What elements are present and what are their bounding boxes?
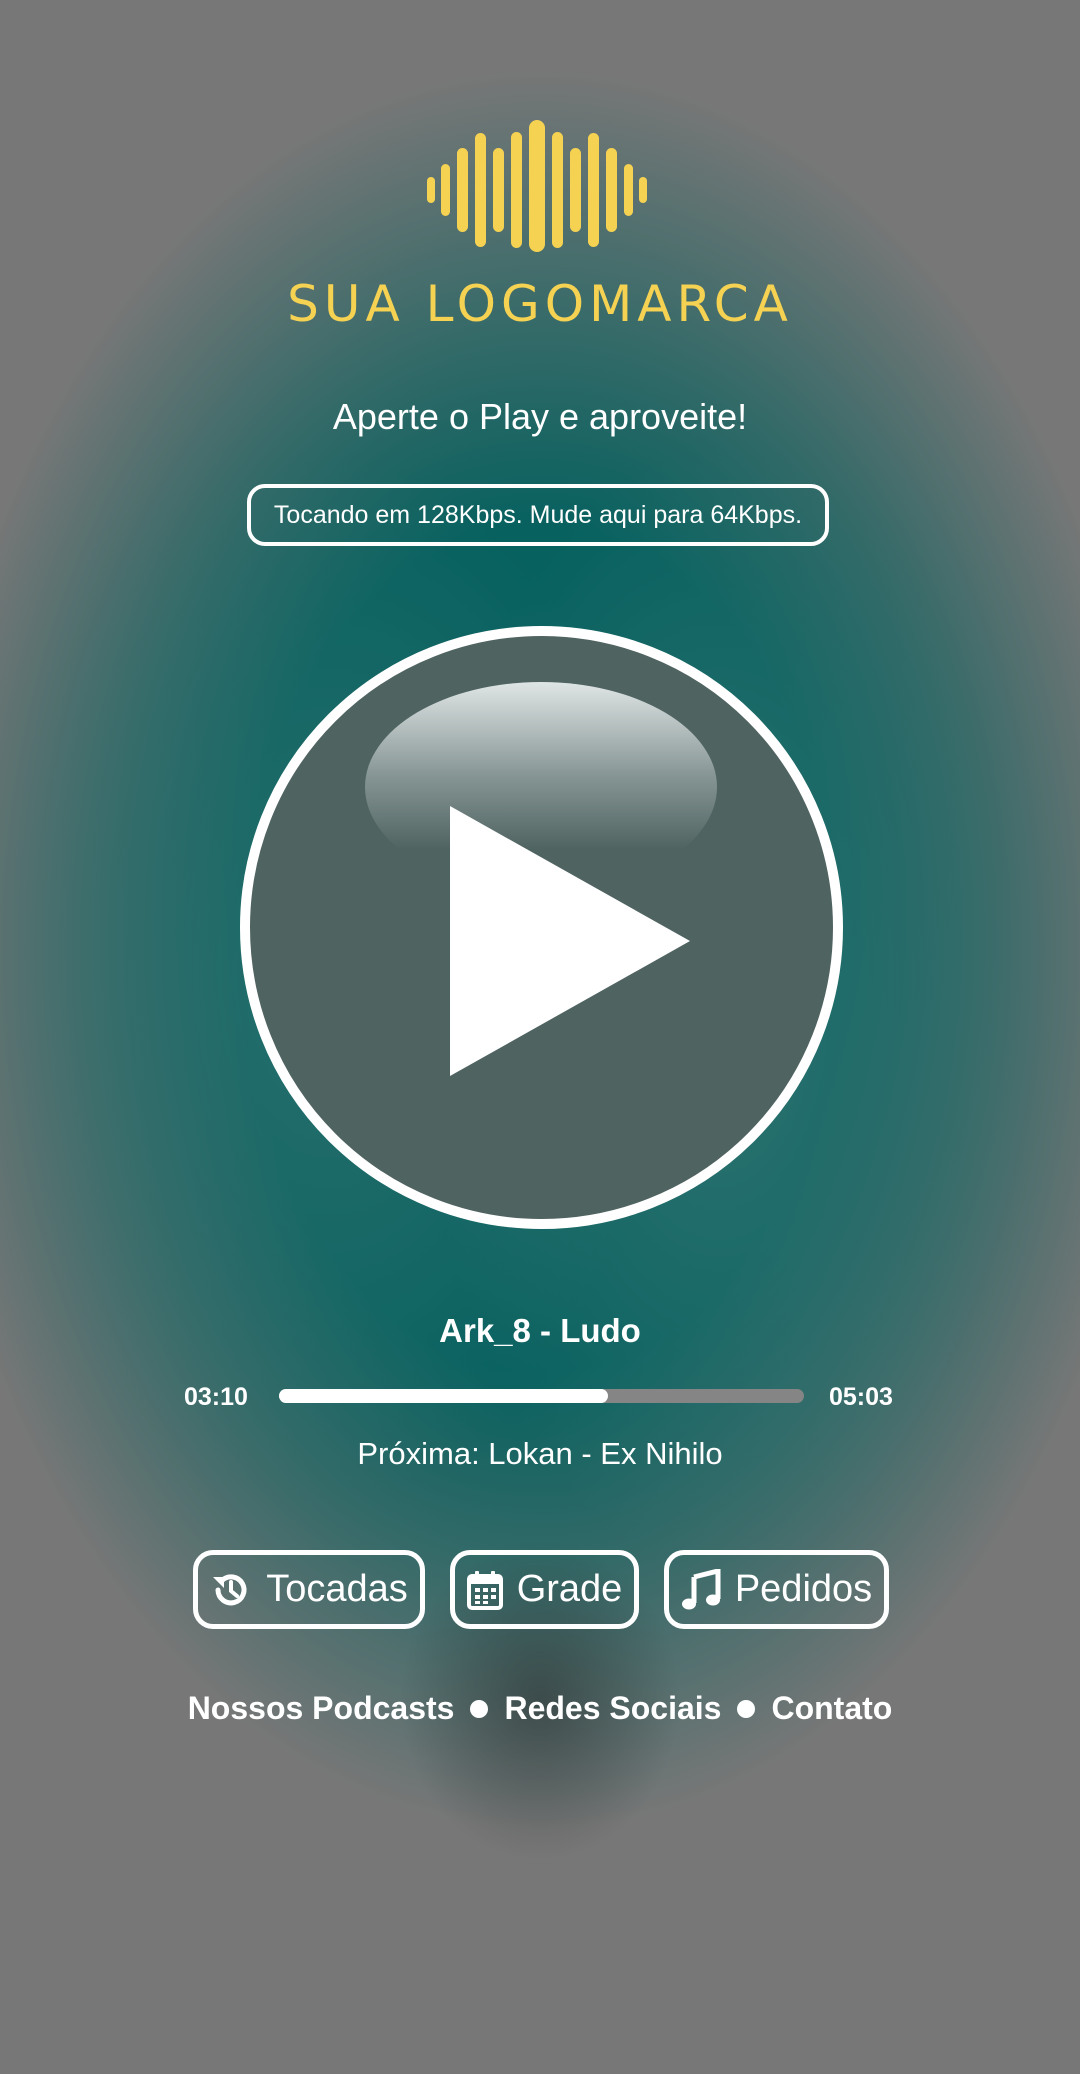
pedidos-button[interactable]: Pedidos: [664, 1550, 889, 1629]
footer-links: Nossos Podcasts Redes Sociais Contato: [0, 1690, 1080, 1727]
music-note-icon: [681, 1568, 721, 1609]
elapsed-time: 03:10: [184, 1383, 248, 1411]
total-duration: 05:03: [829, 1383, 893, 1411]
tagline: Aperte o Play e aproveite!: [332, 396, 748, 437]
now-playing-title: Ark_8 - Ludo: [439, 1312, 641, 1349]
calendar-icon: [466, 1570, 503, 1610]
progress-fill: [279, 1389, 609, 1403]
bitrate-toggle-button[interactable]: Tocando em 128Kbps. Mude aqui para 64Kbp…: [247, 484, 829, 546]
logo: [0, 120, 1080, 260]
separator-dot: [737, 1699, 756, 1718]
history-icon: [213, 1573, 247, 1605]
soundwave-icon: [427, 120, 647, 252]
logo-text: SUA LOGOMARCA: [287, 275, 793, 333]
pedidos-label: Pedidos: [734, 1568, 873, 1610]
footer-link-podcasts[interactable]: Nossos Podcasts: [188, 1690, 455, 1727]
tocadas-button[interactable]: Tocadas: [193, 1550, 425, 1629]
separator-dot: [470, 1699, 489, 1718]
footer-link-contato[interactable]: Contato: [771, 1690, 892, 1727]
grade-label: Grade: [516, 1568, 623, 1610]
play-icon: [450, 806, 690, 1076]
next-track: Próxima: Lokan - Ex Nihilo: [357, 1436, 723, 1471]
footer-link-redes-sociais[interactable]: Redes Sociais: [504, 1690, 721, 1727]
tocadas-label: Tocadas: [266, 1568, 408, 1610]
progress-bar[interactable]: [279, 1389, 804, 1403]
play-button[interactable]: [240, 626, 843, 1229]
grade-button[interactable]: Grade: [450, 1550, 639, 1629]
